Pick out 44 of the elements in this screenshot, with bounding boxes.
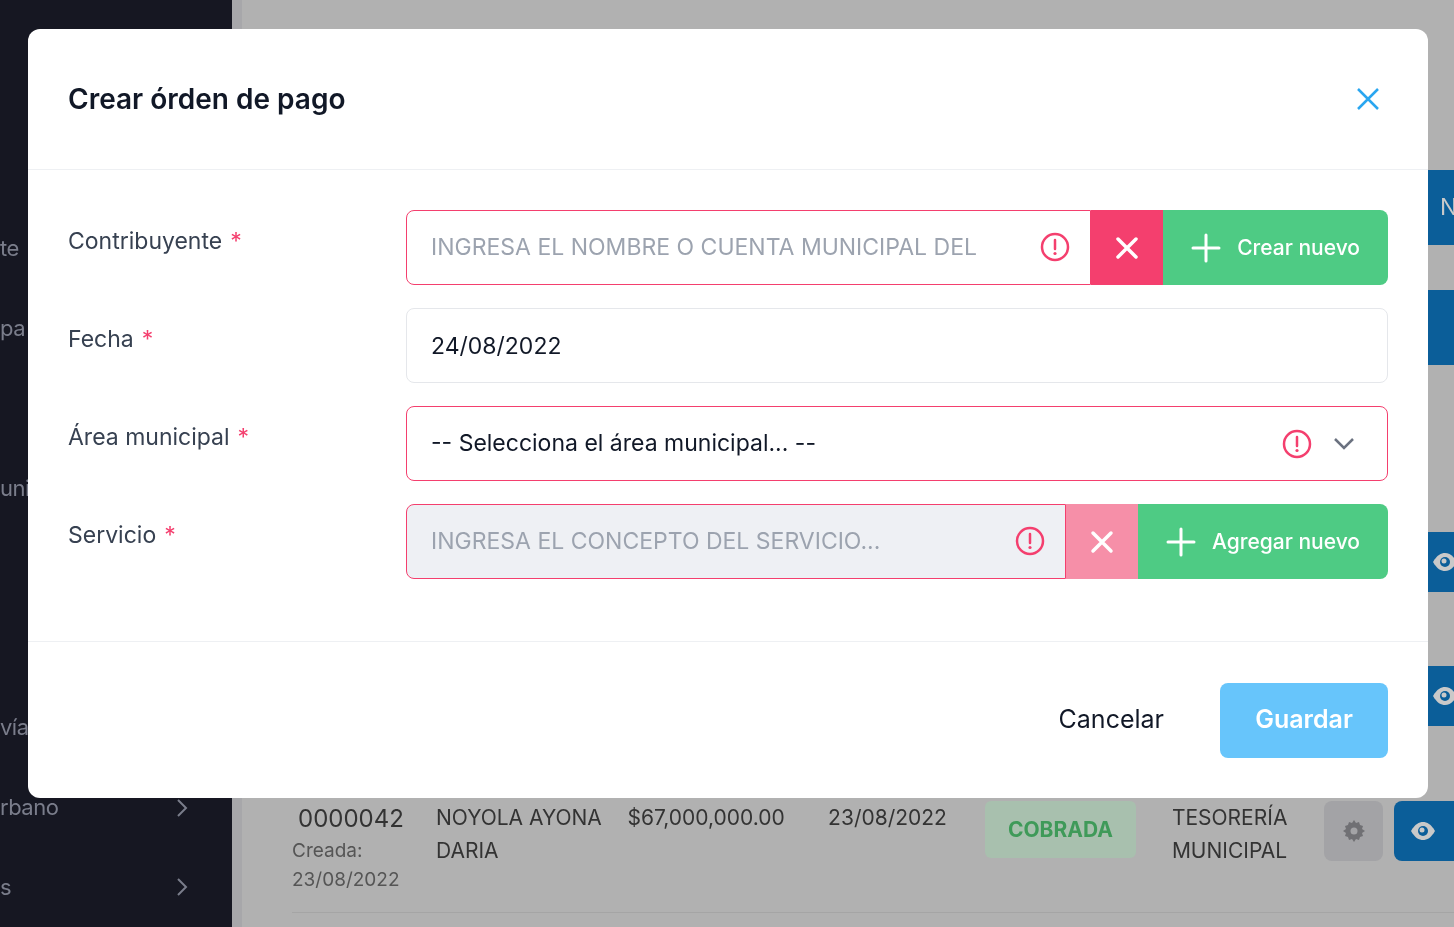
settings-button[interactable] xyxy=(1323,801,1384,861)
view-button[interactable] xyxy=(1428,532,1454,592)
clear-button[interactable] xyxy=(1091,210,1164,285)
close-icon xyxy=(1089,528,1115,555)
field-label: Contribuyente xyxy=(68,227,223,255)
amount: $67,000,000.00 xyxy=(627,804,786,832)
eye-icon xyxy=(1432,686,1454,706)
clear-button[interactable] xyxy=(1066,504,1138,579)
date-field[interactable]: 24/08/2022 xyxy=(406,308,1388,383)
required-mark: * xyxy=(237,423,250,451)
close-icon xyxy=(1356,87,1380,111)
required-mark: * xyxy=(141,325,154,353)
view-button[interactable] xyxy=(1394,801,1454,861)
created-label: Creada: xyxy=(292,838,363,864)
warning-icon xyxy=(1039,231,1072,263)
area-name: TESORERÍA MUNICIPAL xyxy=(1171,803,1289,865)
eye-icon xyxy=(1432,552,1454,572)
sidebar-item[interactable]: pa xyxy=(0,312,26,346)
field-label: Área municipal xyxy=(68,423,230,451)
sidebar-item[interactable]: s xyxy=(0,870,12,904)
order-date: 23/08/2022 xyxy=(828,804,948,832)
warning-icon xyxy=(1281,427,1313,460)
close-icon xyxy=(1114,234,1141,261)
eye-icon xyxy=(1410,821,1437,841)
search-field[interactable]: INGRESA EL NOMBRE O CUENTA MUNICIPAL DEL xyxy=(406,210,1092,285)
sidebar-item[interactable]: te xyxy=(0,232,19,266)
plus-icon xyxy=(1166,526,1196,557)
plus-icon xyxy=(1191,232,1222,263)
warning-icon xyxy=(1014,525,1046,557)
settings-icon xyxy=(1341,819,1366,843)
view-button[interactable] xyxy=(1428,666,1454,726)
order-number: 0000042 xyxy=(297,803,404,835)
required-mark: * xyxy=(230,227,242,255)
status-badge: COBRADA xyxy=(984,801,1136,858)
modal-title: Crear órden de pago xyxy=(68,81,346,118)
field-label: Fecha xyxy=(68,325,134,353)
sidebar-item[interactable]: vía xyxy=(0,711,29,745)
field-label: Servicio xyxy=(68,521,157,549)
required-mark: * xyxy=(164,521,176,549)
created-date: 23/08/2022 xyxy=(292,866,400,893)
cancel-button[interactable]: Cancelar xyxy=(1050,689,1172,751)
taxpayer-name: NOYOLA AYONA DARIA xyxy=(435,804,603,865)
chevron-down-icon xyxy=(1333,436,1355,451)
select-field[interactable]: -- Selecciona el área municipal... -- xyxy=(406,406,1388,481)
